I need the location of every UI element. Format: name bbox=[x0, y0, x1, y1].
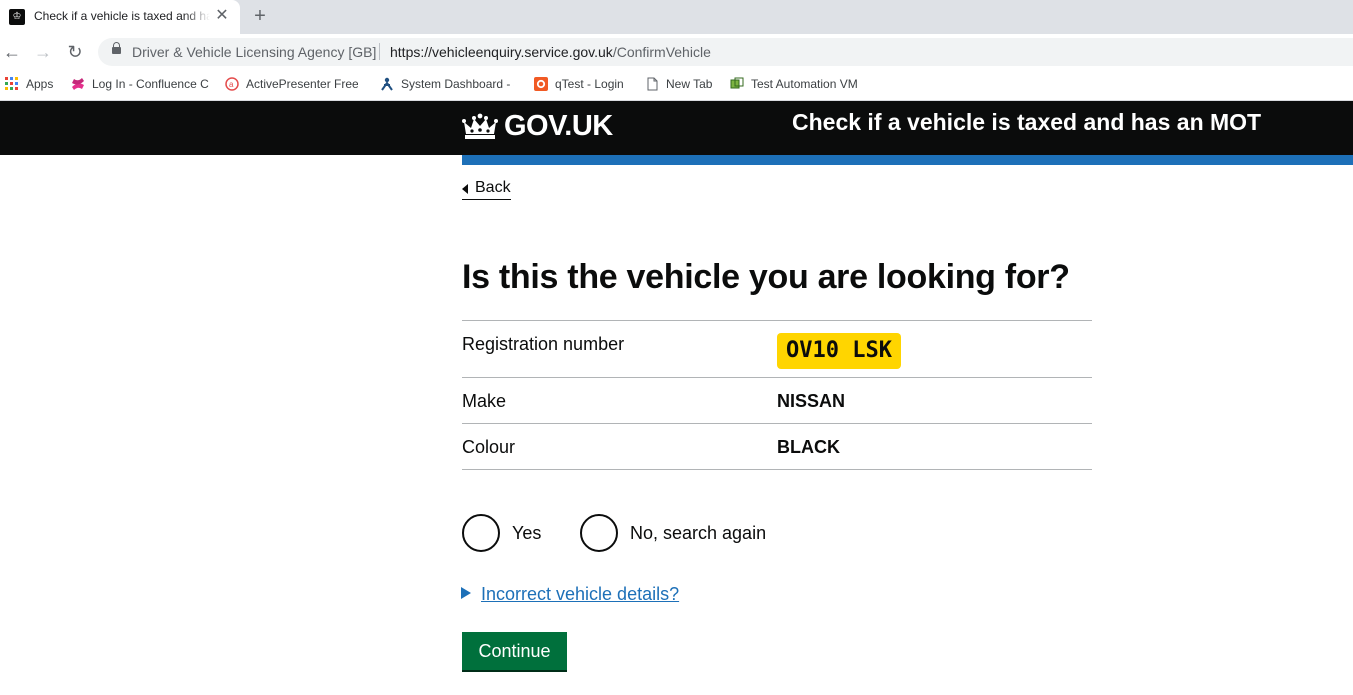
service-name[interactable]: Check if a vehicle is taxed and has an M… bbox=[792, 109, 1261, 136]
page-icon bbox=[647, 77, 658, 91]
colour-value: BLACK bbox=[777, 437, 840, 457]
activepresenter-icon: a bbox=[225, 77, 239, 91]
back-arrow-icon[interactable]: ← bbox=[1, 41, 23, 63]
site-identity[interactable]: Driver & Vehicle Licensing Agency [GB] bbox=[132, 44, 376, 60]
make-label: Make bbox=[462, 391, 507, 411]
summary-row-registration: Registration number OV10 LSK bbox=[462, 321, 1092, 378]
bookmark-qtest[interactable]: qTest - Login bbox=[534, 76, 629, 94]
url-separator bbox=[379, 43, 380, 60]
radio-no-circle[interactable] bbox=[580, 514, 618, 552]
radio-no-label[interactable]: No, search again bbox=[630, 523, 766, 544]
url-text[interactable]: https://vehicleenquiry.service.gov.uk/Co… bbox=[390, 44, 711, 60]
radio-yes-label[interactable]: Yes bbox=[512, 523, 541, 544]
continue-button[interactable]: Continue bbox=[462, 632, 567, 670]
jira-icon bbox=[381, 77, 393, 91]
registration-label: Registration number bbox=[462, 334, 625, 354]
header-blue-bar bbox=[462, 155, 1353, 165]
crown-icon[interactable] bbox=[462, 113, 498, 141]
radio-yes-circle[interactable] bbox=[462, 514, 500, 552]
summary-row-colour: Colour BLACK bbox=[462, 424, 1092, 470]
bookmark-confluence[interactable]: Log In - Confluence C bbox=[71, 76, 209, 94]
make-value: NISSAN bbox=[777, 391, 846, 411]
registration-number-plate: OV10 LSK bbox=[777, 333, 901, 369]
bookmark-label: ActivePresenter Free bbox=[246, 77, 358, 91]
bookmark-label: System Dashboard - J bbox=[401, 77, 514, 91]
radio-yes[interactable]: Yes bbox=[462, 514, 552, 552]
bookmark-activepresenter[interactable]: a ActivePresenter Free bbox=[225, 76, 358, 94]
url-host: https://vehicleenquiry.service.gov.uk bbox=[390, 44, 613, 60]
address-bar[interactable]: Driver & Vehicle Licensing Agency [GB] h… bbox=[98, 38, 1353, 66]
url-path: /ConfirmVehicle bbox=[612, 44, 711, 60]
lock-icon[interactable] bbox=[112, 42, 121, 54]
disclosure-triangle-icon[interactable] bbox=[461, 587, 471, 599]
apps-grid-icon bbox=[5, 77, 18, 90]
tab-title: Check if a vehicle is taxed and has an M… bbox=[34, 9, 210, 23]
back-link[interactable]: Back bbox=[462, 179, 511, 200]
incorrect-details-link[interactable]: Incorrect vehicle details? bbox=[481, 584, 679, 604]
browser-tab[interactable]: ♔ Check if a vehicle is taxed and has an… bbox=[0, 0, 240, 34]
bookmark-test-automation-vm[interactable]: Test Automation VM bbox=[730, 76, 864, 94]
bookmark-jira[interactable]: System Dashboard - J bbox=[380, 76, 514, 94]
bookmark-label: Log In - Confluence C bbox=[92, 77, 209, 91]
vehicle-summary-list: Registration number OV10 LSK Make NISSAN… bbox=[462, 320, 1092, 470]
summary-row-make: Make NISSAN bbox=[462, 378, 1092, 424]
close-tab-icon[interactable]: ✕ bbox=[214, 8, 230, 24]
govuk-logotype[interactable]: GOV.UK bbox=[504, 110, 613, 143]
bookmark-apps[interactable]: Apps bbox=[5, 76, 60, 94]
bookmarks-bar: Apps Log In - Confluence C a ActivePrese… bbox=[0, 70, 1353, 101]
new-tab-button[interactable]: + bbox=[250, 6, 270, 26]
qtest-icon bbox=[534, 77, 548, 91]
bookmark-label: qTest - Login bbox=[555, 77, 624, 91]
bookmark-label: Test Automation VM bbox=[751, 77, 858, 91]
browser-tabstrip: ♔ Check if a vehicle is taxed and has an… bbox=[0, 0, 1353, 34]
govuk-favicon-icon: ♔ bbox=[9, 9, 25, 25]
incorrect-details-toggle[interactable]: Incorrect vehicle details? bbox=[461, 584, 679, 605]
svg-text:a: a bbox=[229, 80, 234, 89]
bookmark-label: Apps bbox=[26, 77, 54, 91]
bookmark-label: New Tab bbox=[666, 77, 713, 91]
browser-toolbar: ← → ↻ Driver & Vehicle Licensing Agency … bbox=[0, 34, 1353, 70]
reload-icon[interactable]: ↻ bbox=[64, 41, 86, 63]
confluence-icon bbox=[72, 78, 84, 90]
vm-icon bbox=[730, 77, 744, 89]
page-title: Is this the vehicle you are looking for? bbox=[462, 258, 1070, 296]
forward-arrow-icon[interactable]: → bbox=[32, 41, 54, 63]
bookmark-new-tab[interactable]: New Tab bbox=[645, 76, 717, 94]
colour-label: Colour bbox=[462, 437, 516, 457]
radio-no-search-again[interactable]: No, search again bbox=[580, 514, 780, 552]
